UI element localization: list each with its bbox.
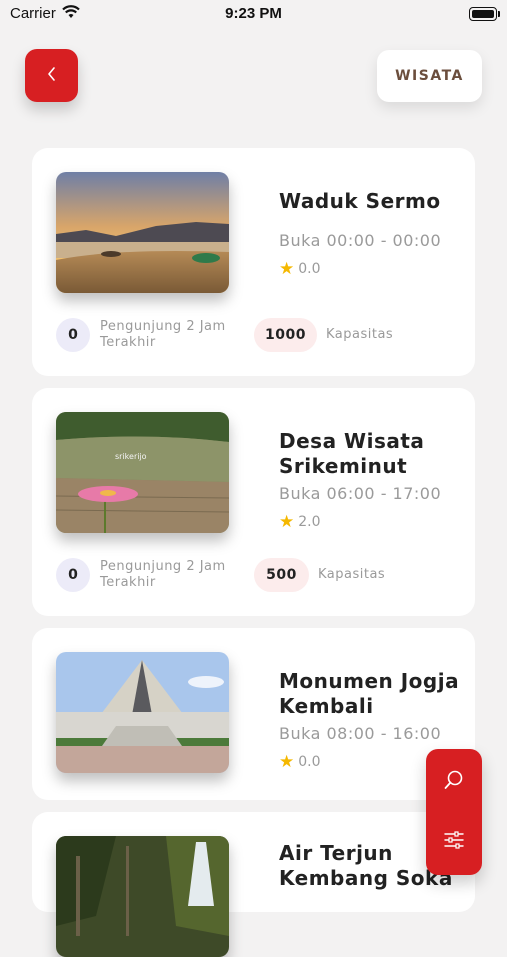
place-card[interactable]: Waduk Sermo Buka 00:00 - 00:00 ★ 0.0 0 P… bbox=[32, 148, 475, 376]
place-card[interactable]: Air Terjun Kembang Soka bbox=[32, 812, 475, 957]
rating-value: 0.0 bbox=[298, 754, 321, 770]
rating-value: 0.0 bbox=[298, 261, 321, 277]
sign-text: srikerijo bbox=[115, 452, 147, 461]
place-photo bbox=[56, 836, 229, 957]
place-photo bbox=[56, 172, 229, 293]
search-icon bbox=[443, 769, 465, 795]
filter-button[interactable] bbox=[426, 817, 482, 867]
place-card[interactable]: Monumen Jogja Kembali Buka 08:00 - 16:00… bbox=[32, 628, 475, 800]
rating-value: 2.0 bbox=[298, 514, 321, 530]
capacity-label: Kapasitas bbox=[318, 567, 386, 582]
capacity-badge: 1000 bbox=[254, 318, 317, 352]
search-button[interactable] bbox=[426, 757, 482, 807]
back-button[interactable] bbox=[25, 49, 78, 102]
sliders-icon bbox=[443, 830, 465, 854]
visitor-count-badge: 0 bbox=[56, 318, 90, 352]
place-name: Monumen Jogja Kembali bbox=[279, 669, 460, 718]
opening-hours: Buka 08:00 - 16:00 bbox=[279, 724, 442, 743]
star-icon: ★ bbox=[279, 512, 295, 532]
visitor-count-label: Pengunjung 2 Jam Terakhir bbox=[100, 319, 226, 350]
visitor-count-badge: 0 bbox=[56, 558, 90, 592]
place-photo bbox=[56, 652, 229, 773]
capacity-label: Kapasitas bbox=[326, 327, 394, 342]
category-button[interactable]: WISATA bbox=[377, 50, 482, 102]
rating: ★ 0.0 bbox=[279, 752, 321, 772]
opening-hours: Buka 00:00 - 00:00 bbox=[279, 231, 442, 250]
star-icon: ★ bbox=[279, 752, 295, 772]
chevron-left-icon bbox=[46, 66, 58, 86]
star-icon: ★ bbox=[279, 259, 295, 279]
capacity-badge: 500 bbox=[254, 558, 309, 592]
place-name: Desa Wisata Srikeminut bbox=[279, 429, 425, 478]
place-card[interactable]: srikerijo Desa Wisata Srikeminut Buka 06… bbox=[32, 388, 475, 616]
opening-hours: Buka 06:00 - 17:00 bbox=[279, 484, 442, 503]
battery-icon bbox=[469, 7, 500, 21]
floating-action-bar bbox=[426, 749, 482, 875]
rating: ★ 2.0 bbox=[279, 512, 321, 532]
rating: ★ 0.0 bbox=[279, 259, 321, 279]
status-bar: Carrier 9:23 PM bbox=[0, 0, 507, 30]
visitor-count-label: Pengunjung 2 Jam Terakhir bbox=[100, 559, 226, 590]
clock: 9:23 PM bbox=[225, 5, 282, 22]
place-name: Waduk Sermo bbox=[279, 189, 441, 213]
place-photo: srikerijo bbox=[56, 412, 229, 533]
